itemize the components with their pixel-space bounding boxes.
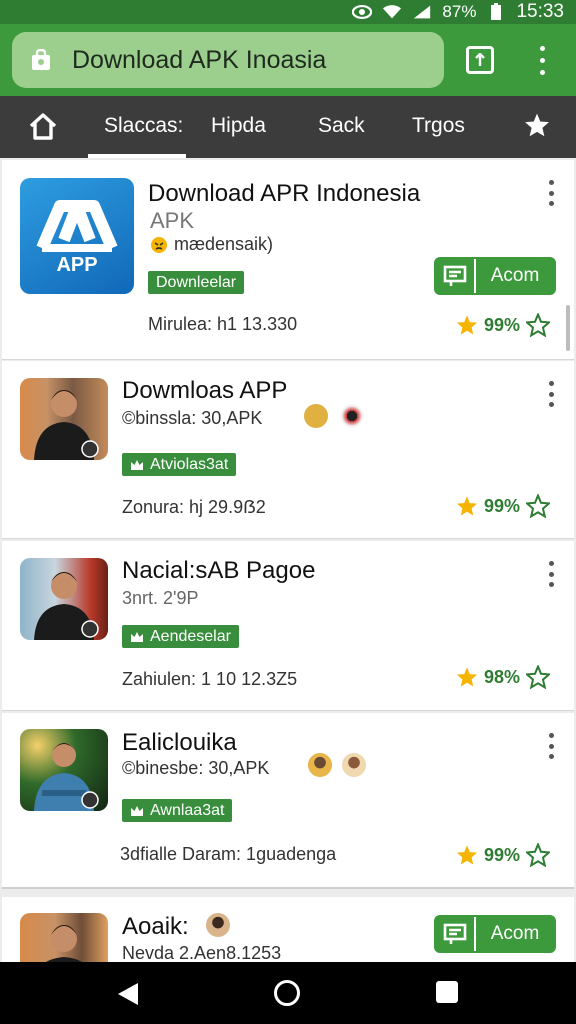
more-options-button[interactable]	[547, 733, 555, 759]
avatar	[302, 402, 330, 430]
download-label: Acom	[490, 265, 540, 286]
app-title[interactable]: Download APR Indonesia	[148, 180, 420, 208]
star-filled-icon	[456, 667, 478, 687]
app-subtitle: Nevda 2.Aen8.1253	[122, 943, 282, 963]
list-item[interactable]: Nacial:sAB Pagoe 3nrt. 2'9P Aendeselar Z…	[2, 541, 574, 711]
home-button[interactable]	[274, 980, 300, 1006]
avatar	[306, 751, 334, 779]
list-item[interactable]: APP Download APR Indonesia APK mædensaik…	[2, 160, 574, 360]
app-title[interactable]: Nacial:sAB Pagoe	[122, 557, 315, 585]
signal-icon	[412, 4, 432, 20]
status-bar: 87% 15:33	[0, 0, 576, 24]
clock: 15:33	[516, 1, 564, 22]
app-logo: APP	[20, 178, 134, 294]
rating-value: 98%	[484, 666, 521, 687]
list-item[interactable]: Aoaik: Nevda 2.Aen8.1253 Acom	[2, 897, 574, 973]
star-outline-icon[interactable]	[526, 843, 551, 867]
battery-percent: 87%	[442, 2, 477, 21]
app-subtitle: 3nrt. 2'9P	[122, 588, 199, 608]
app-title[interactable]: Aoaik:	[122, 913, 189, 941]
tab-switcher-button[interactable]	[466, 46, 494, 74]
badge-label: Aendeselar	[150, 627, 231, 645]
avatar	[338, 402, 366, 430]
rating: 99%	[456, 494, 551, 518]
download-button[interactable]: Acom	[434, 915, 556, 953]
list-item[interactable]: Dowmloas APP ©binssla: 30,APK Atviolas3a…	[2, 361, 574, 539]
app-thumbnail	[20, 378, 108, 460]
tab-hipda[interactable]: Hipda	[211, 114, 266, 138]
scrollbar[interactable]	[566, 305, 570, 351]
rating-value: 99%	[484, 314, 521, 335]
shopping-bag-icon	[30, 48, 52, 71]
rating-value: 99%	[484, 844, 521, 865]
url-text: Download APK Inoasia	[72, 45, 327, 74]
rating: 98%	[456, 665, 551, 689]
avatar	[204, 911, 232, 939]
tab-sack[interactable]: Sack	[318, 114, 365, 138]
menu-dot	[539, 45, 545, 51]
browser-menu-button[interactable]	[532, 42, 552, 78]
emoji-icon	[151, 236, 167, 253]
more-options-button[interactable]	[547, 561, 555, 587]
star-filled-icon	[456, 496, 478, 516]
app-subtitle: ©binesbe: 30,APK	[122, 758, 270, 778]
app-subtitle: ©binssla: 30,APK	[122, 408, 263, 428]
app-thumbnail	[20, 729, 108, 811]
rating-value: 99%	[484, 495, 521, 516]
arrow-up-icon	[475, 53, 485, 66]
recent-apps-button[interactable]	[436, 981, 458, 1003]
eye-icon	[352, 4, 373, 20]
browser-toolbar: Download APK Inoasia	[0, 24, 576, 96]
star-outline-icon[interactable]	[526, 313, 551, 337]
system-nav-bar	[0, 962, 576, 1024]
download-button[interactable]: Acom	[434, 257, 556, 295]
more-options-button[interactable]	[547, 381, 555, 407]
app-title[interactable]: Dowmloas APP	[122, 377, 287, 405]
star-filled-icon	[456, 845, 478, 865]
app-thumbnail	[20, 558, 108, 640]
star-outline-icon[interactable]	[526, 494, 551, 518]
battery-icon	[486, 3, 506, 20]
star-outline-icon[interactable]	[526, 665, 551, 689]
menu-dot	[539, 69, 545, 75]
tab-slaccas[interactable]: Slaccas:	[104, 114, 183, 138]
app-meta: Zahiulen: 1 10 12.3Z5	[122, 669, 298, 689]
avatar	[340, 751, 368, 779]
crown-icon	[131, 631, 143, 642]
app-meta: Zonura: hj 29.9ẞ2	[122, 497, 266, 517]
more-options-button[interactable]	[547, 180, 555, 206]
category-badge: Aendeselar	[122, 625, 239, 648]
app-title[interactable]: Ealiclouika	[122, 729, 237, 757]
crown-icon	[131, 459, 143, 470]
address-bar[interactable]: Download APK Inoasia	[12, 32, 444, 88]
app-subtitle: APK	[150, 208, 195, 233]
download-icon	[436, 917, 476, 951]
category-badge: Atviolas3at	[122, 453, 237, 476]
rating: 99%	[456, 313, 551, 337]
app-meta: 3dfialle Daram: 1guadenga	[120, 844, 337, 864]
download-label: Acom	[490, 923, 540, 944]
category-badge: Downleelar	[148, 271, 245, 294]
menu-dot	[539, 57, 545, 63]
back-icon[interactable]	[116, 982, 140, 1011]
tab-trgos[interactable]: Trgos	[412, 114, 465, 138]
download-icon	[436, 259, 476, 293]
crown-icon	[131, 805, 143, 816]
category-nav: Slaccas: Hipda Sack Trgos	[0, 96, 576, 158]
badge-label: Awnlaa3at	[150, 801, 225, 819]
author-name: mædensaik)	[174, 234, 274, 254]
rating: 99%	[456, 843, 551, 867]
badge-label: Atviolas3at	[150, 455, 229, 473]
star-filled-icon	[456, 315, 478, 335]
app-author: mædensaik)	[150, 234, 273, 255]
category-badge: Awnlaa3at	[122, 799, 233, 822]
wifi-icon	[382, 4, 402, 20]
active-tab-indicator	[88, 154, 186, 158]
app-meta: Mirulea: h1 13.330	[148, 314, 298, 334]
app-logo-label: APP	[56, 254, 98, 276]
home-icon[interactable]	[28, 113, 58, 141]
star-icon[interactable]	[524, 112, 550, 138]
list-item[interactable]: Ealiclouika ©binesbe: 30,APK Awnlaa3at 3…	[2, 713, 574, 889]
